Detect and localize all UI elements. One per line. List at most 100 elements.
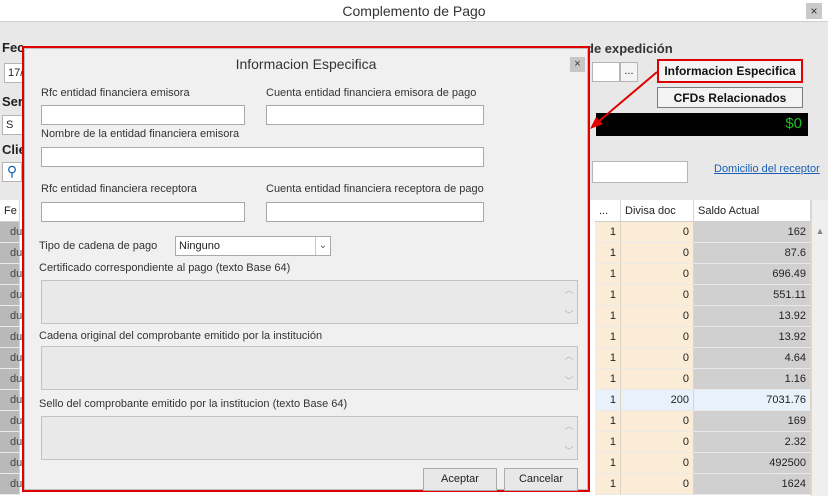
scroll-up-icon[interactable]: ▲ — [815, 226, 825, 236]
dialog-close-icon[interactable]: × — [570, 57, 585, 72]
rfc-receptora-label: Rfc entidad financiera receptora — [41, 183, 197, 195]
lugar-expedicion-label: de expedición — [586, 41, 673, 56]
cell-num: 1 — [595, 243, 621, 264]
cell-divisa: 0 — [621, 348, 694, 369]
cell-divisa: 0 — [621, 369, 694, 390]
rfc-emisora-label: Rfc entidad financiera emisora — [41, 87, 190, 99]
cadena-original-label: Cadena original del comprobante emitido … — [39, 330, 323, 342]
scroll-up-icon[interactable]: ︿ — [564, 419, 574, 432]
cell-fecha: du — [0, 390, 22, 411]
cuenta-receptora-label: Cuenta entidad financiera receptora de p… — [266, 183, 484, 195]
column-header-fecha[interactable]: Fe — [0, 200, 20, 222]
cell-fecha: du — [0, 411, 22, 432]
scroll-up-icon[interactable]: ︿ — [564, 349, 574, 362]
cell-divisa: 0 — [621, 306, 694, 327]
cfds-relacionados-button[interactable]: CFDs Relacionados — [657, 87, 803, 108]
cell-fecha: du — [0, 327, 22, 348]
total-amount: $0 — [785, 115, 802, 132]
cell-saldo: 1624 — [694, 474, 811, 495]
cell-fecha: du — [0, 264, 22, 285]
scroll-up-icon[interactable]: ︿ — [564, 283, 574, 296]
cell-saldo: 87.6 — [694, 243, 811, 264]
cell-divisa: 200 — [621, 390, 694, 411]
cuenta-receptora-input[interactable] — [266, 202, 484, 222]
cell-divisa: 0 — [621, 264, 694, 285]
nombre-emisora-label: Nombre de la entidad financiera emisora — [41, 128, 240, 140]
nombre-emisora-input[interactable] — [41, 147, 484, 167]
cell-num: 1 — [595, 264, 621, 285]
cell-saldo: 551.11 — [694, 285, 811, 306]
dialog-title: Informacion Especifica — [235, 56, 377, 72]
search-icon[interactable]: ⚲ — [2, 162, 22, 182]
scroll-down-icon[interactable]: ﹀ — [564, 374, 574, 387]
cell-divisa: 0 — [621, 285, 694, 306]
serie-label: Ser — [2, 94, 23, 109]
cancelar-button[interactable]: Cancelar — [504, 468, 578, 491]
cell-saldo: 1.16 — [694, 369, 811, 390]
cell-fecha: du — [0, 285, 22, 306]
certificado-label: Certificado correspondiente al pago (tex… — [39, 262, 291, 274]
tipo-cadena-select[interactable]: Ninguno ⌄ — [175, 236, 331, 256]
cell-saldo: 13.92 — [694, 306, 811, 327]
cell-fecha: du — [0, 474, 22, 495]
cell-num: 1 — [595, 432, 621, 453]
sello-textarea[interactable]: ︿ ﹀ — [41, 416, 578, 460]
cell-num: 1 — [595, 306, 621, 327]
cell-num: 1 — [595, 411, 621, 432]
informacion-especifica-dialog: Informacion Especifica × Rfc entidad fin… — [24, 48, 588, 491]
cell-fecha: du — [0, 432, 22, 453]
rfc-receptora-input[interactable] — [41, 202, 245, 222]
column-header-dots[interactable]: ... — [595, 200, 621, 222]
window-close-icon[interactable]: × — [806, 3, 822, 19]
window-title: Complemento de Pago — [0, 0, 828, 22]
rfc-emisora-input[interactable] — [41, 105, 245, 125]
cell-saldo: 13.92 — [694, 327, 811, 348]
scroll-down-icon[interactable]: ﹀ — [564, 444, 574, 457]
informacion-especifica-button[interactable]: Informacion Especifica — [657, 59, 803, 83]
chevron-down-icon[interactable]: ⌄ — [315, 237, 330, 255]
cell-divisa: 0 — [621, 432, 694, 453]
cell-divisa: 0 — [621, 453, 694, 474]
cell-fecha: du — [0, 222, 22, 243]
cell-num: 1 — [595, 327, 621, 348]
cell-saldo: 4.64 — [694, 348, 811, 369]
aceptar-button[interactable]: Aceptar — [423, 468, 497, 491]
cell-fecha: du — [0, 306, 22, 327]
tipo-cadena-label: Tipo de cadena de pago — [39, 240, 158, 252]
total-display: $0 — [596, 113, 808, 136]
cuenta-emisora-label: Cuenta entidad financiera emisora de pag… — [266, 87, 477, 99]
domicilio-receptor-link[interactable]: Domicilio del receptor — [714, 163, 820, 175]
column-header-saldo[interactable]: Saldo Actual — [694, 200, 811, 222]
cell-num: 1 — [595, 369, 621, 390]
sello-label: Sello del comprobante emitido por la ins… — [39, 398, 348, 410]
cell-divisa: 0 — [621, 243, 694, 264]
cell-fecha: du — [0, 243, 22, 264]
cell-fecha: du — [0, 453, 22, 474]
certificado-textarea[interactable]: ︿ ﹀ — [41, 280, 578, 324]
receptor-field[interactable] — [592, 161, 688, 183]
cell-divisa: 0 — [621, 222, 694, 243]
cell-saldo: 162 — [694, 222, 811, 243]
scroll-down-icon[interactable]: ﹀ — [564, 308, 574, 321]
cell-num: 1 — [595, 474, 621, 495]
cell-num: 1 — [595, 390, 621, 411]
cell-fecha: du — [0, 369, 22, 390]
cell-saldo: 492500 — [694, 453, 811, 474]
cuenta-emisora-input[interactable] — [266, 105, 484, 125]
cell-num: 1 — [595, 222, 621, 243]
cell-divisa: 0 — [621, 327, 694, 348]
cell-num: 1 — [595, 348, 621, 369]
lugar-expedicion-field[interactable] — [592, 62, 620, 82]
browse-button[interactable]: ... — [620, 62, 638, 82]
grid-scrollbar[interactable]: ▲ — [811, 200, 828, 496]
cadena-original-textarea[interactable]: ︿ ﹀ — [41, 346, 578, 390]
tipo-cadena-value: Ninguno — [179, 240, 220, 252]
cell-num: 1 — [595, 285, 621, 306]
cell-saldo: 7031.76 — [694, 390, 811, 411]
cell-divisa: 0 — [621, 411, 694, 432]
cell-saldo: 169 — [694, 411, 811, 432]
column-header-divisa[interactable]: Divisa doc — [621, 200, 694, 222]
cell-fecha: du — [0, 348, 22, 369]
cell-num: 1 — [595, 453, 621, 474]
cell-saldo: 696.49 — [694, 264, 811, 285]
